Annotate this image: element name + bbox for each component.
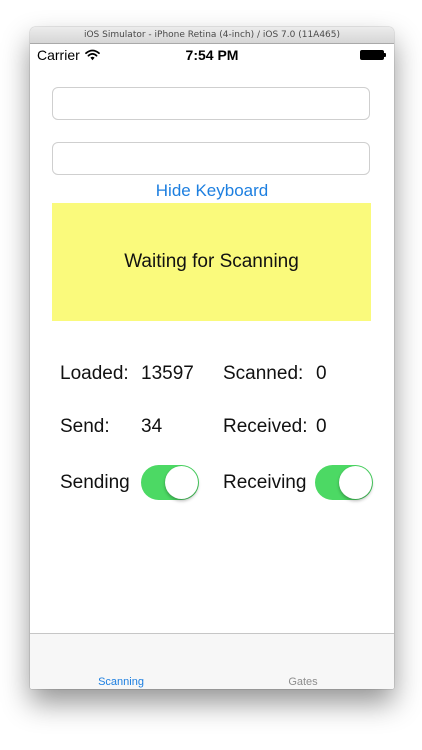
sending-switch-knob xyxy=(165,466,198,499)
tab-gates-label: Gates xyxy=(288,676,318,688)
text-field-2[interactable] xyxy=(52,142,370,175)
simulator-window: iOS Simulator - iPhone Retina (4-inch) /… xyxy=(30,27,394,689)
status-bar: Carrier 7:54 PM xyxy=(30,44,394,66)
text-field-1[interactable] xyxy=(52,87,370,120)
received-value: 0 xyxy=(316,416,327,437)
scanned-label: Scanned: xyxy=(223,363,304,384)
receiving-switch-knob xyxy=(339,466,372,499)
hide-keyboard-button[interactable]: Hide Keyboard xyxy=(30,181,394,201)
sending-switch[interactable] xyxy=(141,465,199,500)
sending-label: Sending xyxy=(60,472,130,493)
receiving-label: Receiving xyxy=(223,472,307,493)
scan-status-panel: Waiting for Scanning xyxy=(52,203,371,321)
screenshot-stage: iOS Simulator - iPhone Retina (4-inch) /… xyxy=(0,0,422,750)
tab-bar: Scanning Gates xyxy=(30,633,394,689)
tab-scanning[interactable]: Scanning xyxy=(30,634,212,689)
receiving-switch[interactable] xyxy=(315,465,373,500)
loaded-label: Loaded: xyxy=(60,363,129,384)
status-time: 7:54 PM xyxy=(185,47,239,63)
scanned-value: 0 xyxy=(316,363,327,384)
loaded-value: 13597 xyxy=(141,363,194,384)
scan-status-text: Waiting for Scanning xyxy=(124,251,299,272)
send-value: 34 xyxy=(141,416,163,437)
simulator-title-bar: iOS Simulator - iPhone Retina (4-inch) /… xyxy=(30,27,394,44)
received-label: Received: xyxy=(223,416,308,437)
tab-gates[interactable]: Gates xyxy=(212,634,394,689)
send-label: Send: xyxy=(60,416,110,437)
tab-scanning-label: Scanning xyxy=(98,676,144,688)
battery-icon xyxy=(360,50,388,60)
